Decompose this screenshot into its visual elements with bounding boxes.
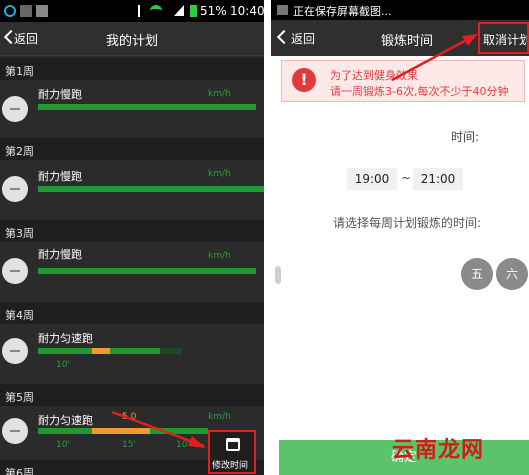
watermark: 云南龙网	[392, 437, 485, 463]
annotation-arrow	[391, 34, 478, 82]
